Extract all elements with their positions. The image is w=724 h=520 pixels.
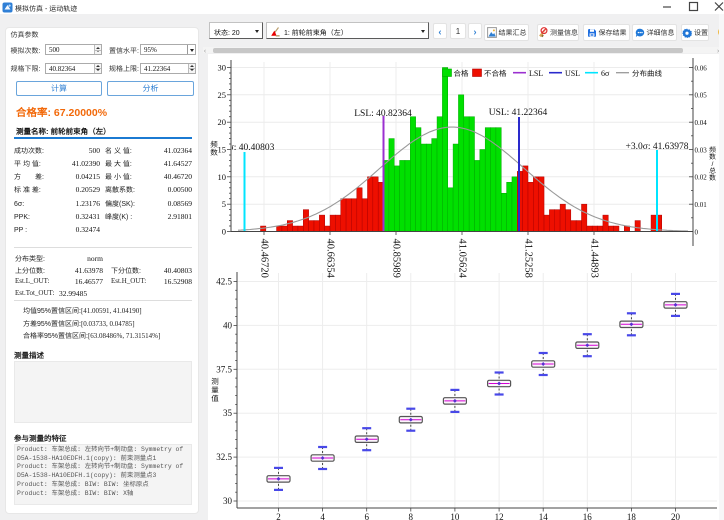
svg-text:25: 25 — [218, 90, 227, 100]
svg-text:30: 30 — [223, 496, 233, 506]
svg-text:0: 0 — [695, 228, 699, 236]
svg-text:30: 30 — [218, 63, 227, 73]
svg-text:6σ: 6σ — [601, 69, 610, 78]
svg-text:8: 8 — [409, 512, 414, 520]
svg-text:0.05: 0.05 — [695, 92, 708, 100]
svg-text:LSL: 40.82364: LSL: 40.82364 — [354, 109, 412, 119]
svg-text:10: 10 — [218, 172, 227, 182]
svg-text:40.66354: 40.66354 — [325, 239, 336, 279]
svg-text:41.25258: 41.25258 — [523, 239, 534, 278]
svg-text:频数/总数: 频数/总数 — [709, 144, 716, 182]
svg-text:5: 5 — [222, 199, 226, 209]
svg-text:USL: USL — [565, 69, 580, 78]
svg-text:40.85989: 40.85989 — [391, 239, 402, 278]
svg-text:+3.0σ: 41.63978: +3.0σ: 41.63978 — [626, 142, 689, 152]
svg-text:10: 10 — [450, 512, 460, 520]
svg-text:42.5: 42.5 — [216, 277, 232, 287]
svg-text:14: 14 — [539, 512, 549, 520]
svg-text:分布曲线: 分布曲线 — [632, 68, 662, 79]
svg-text:18: 18 — [627, 512, 637, 520]
svg-text:41.44893: 41.44893 — [589, 239, 600, 278]
svg-text:40: 40 — [223, 320, 233, 330]
svg-text:32.5: 32.5 — [216, 452, 232, 462]
svg-text:4: 4 — [320, 512, 325, 520]
svg-text:0: 0 — [222, 227, 226, 237]
svg-text:37.5: 37.5 — [216, 364, 232, 374]
svg-text:20: 20 — [218, 117, 227, 127]
svg-text:35: 35 — [223, 408, 233, 418]
svg-text:合格: 合格 — [454, 68, 469, 79]
svg-text:15: 15 — [218, 145, 227, 155]
svg-text:2: 2 — [276, 512, 281, 520]
svg-text:41.05624: 41.05624 — [457, 239, 468, 279]
svg-text:12: 12 — [495, 512, 504, 520]
svg-text:0.02: 0.02 — [695, 174, 708, 182]
svg-text:0.01: 0.01 — [695, 201, 708, 209]
svg-text:0.03: 0.03 — [695, 146, 708, 154]
svg-text:频数: 频数 — [210, 139, 218, 158]
svg-text:0.04: 0.04 — [695, 119, 708, 127]
svg-text:16: 16 — [583, 512, 593, 520]
svg-text:测量值: 测量值 — [211, 376, 219, 404]
svg-text:0.06: 0.06 — [695, 64, 708, 72]
svg-text:40.46720: 40.46720 — [259, 239, 270, 278]
svg-text:6: 6 — [364, 512, 369, 520]
svg-text:USL: 41.22364: USL: 41.22364 — [489, 108, 548, 118]
svg-text:LSL: LSL — [529, 69, 543, 78]
svg-text:20: 20 — [671, 512, 681, 520]
svg-text:不合格: 不合格 — [484, 68, 507, 79]
